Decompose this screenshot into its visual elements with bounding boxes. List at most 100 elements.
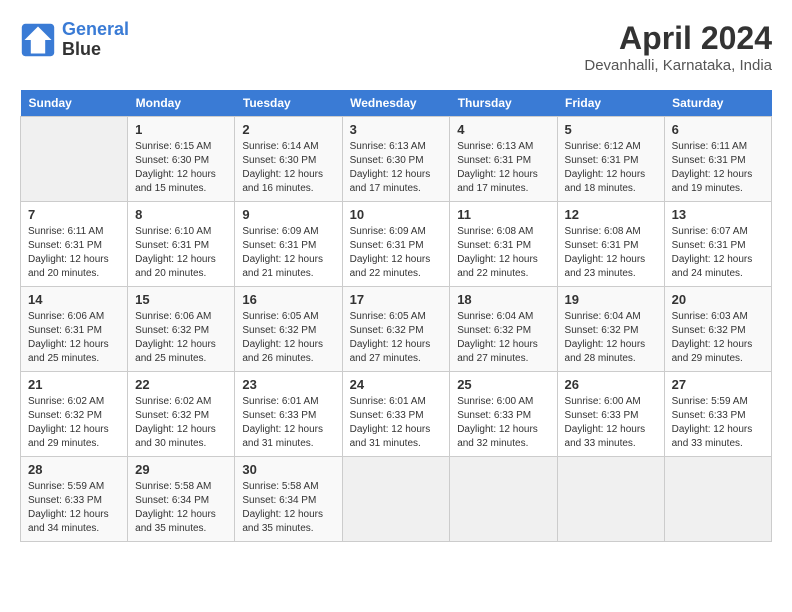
calendar-cell: 3 Sunrise: 6:13 AM Sunset: 6:30 PM Daylig… bbox=[342, 117, 450, 202]
calendar-cell: 7Sunrise: 6:11 AM Sunset: 6:31 PM Daylig… bbox=[21, 202, 128, 287]
day-number: 13 bbox=[672, 207, 764, 222]
day-info: Sunrise: 6:01 AM Sunset: 6:33 PM Dayligh… bbox=[350, 395, 443, 451]
day-number: 9 bbox=[242, 207, 334, 222]
day-info: Sunrise: 6:11 AM Sunset: 6:31 PM Dayligh… bbox=[28, 225, 120, 281]
calendar-cell: 21 Sunrise: 6:02 AM Sunset: 6:32 PM Dayli… bbox=[21, 372, 128, 457]
calendar-cell: 17 Sunrise: 6:05 AM Sunset: 6:32 PM Dayli… bbox=[342, 287, 450, 372]
calendar-cell: 23 Sunrise: 6:01 AM Sunset: 6:33 PM Dayli… bbox=[235, 372, 342, 457]
calendar-body: 1Sunrise: 6:15 AM Sunset: 6:30 PM Daylig… bbox=[21, 117, 772, 542]
calendar-cell: 13 Sunrise: 6:07 AM Sunset: 6:31 PM Dayli… bbox=[664, 202, 771, 287]
day-number: 11 bbox=[457, 207, 549, 222]
week-row-2: 7Sunrise: 6:11 AM Sunset: 6:31 PM Daylig… bbox=[21, 202, 772, 287]
day-number: 6 bbox=[672, 122, 764, 137]
day-number: 19 bbox=[565, 292, 657, 307]
title-block: April 2024 Devanhalli, Karnataka, India bbox=[584, 20, 772, 74]
day-info: Sunrise: 6:02 AM Sunset: 6:32 PM Dayligh… bbox=[28, 395, 120, 451]
day-info: Sunrise: 5:59 AM Sunset: 6:33 PM Dayligh… bbox=[672, 395, 764, 451]
calendar-cell: 22Sunrise: 6:02 AM Sunset: 6:32 PM Dayli… bbox=[128, 372, 235, 457]
calendar-cell: 18 Sunrise: 6:04 AM Sunset: 6:32 PM Dayli… bbox=[450, 287, 557, 372]
calendar-cell: 25 Sunrise: 6:00 AM Sunset: 6:33 PM Dayli… bbox=[450, 372, 557, 457]
day-info: Sunrise: 6:06 AM Sunset: 6:31 PM Dayligh… bbox=[28, 310, 120, 366]
calendar-cell: 12 Sunrise: 6:08 AM Sunset: 6:31 PM Dayli… bbox=[557, 202, 664, 287]
day-number: 15 bbox=[135, 292, 227, 307]
calendar-cell bbox=[450, 457, 557, 542]
day-number: 8 bbox=[135, 207, 227, 222]
day-info: Sunrise: 6:05 AM Sunset: 6:32 PM Dayligh… bbox=[242, 310, 334, 366]
page-header: GeneralBlue April 2024 Devanhalli, Karna… bbox=[20, 20, 772, 74]
calendar-table: SundayMondayTuesdayWednesdayThursdayFrid… bbox=[20, 90, 772, 542]
calendar-cell: 8 Sunrise: 6:10 AM Sunset: 6:31 PM Daylig… bbox=[128, 202, 235, 287]
logo: GeneralBlue bbox=[20, 20, 129, 60]
day-info: Sunrise: 6:09 AM Sunset: 6:31 PM Dayligh… bbox=[242, 225, 334, 281]
calendar-cell: 19 Sunrise: 6:04 AM Sunset: 6:32 PM Dayli… bbox=[557, 287, 664, 372]
logo-icon bbox=[20, 22, 56, 58]
day-info: Sunrise: 6:10 AM Sunset: 6:31 PM Dayligh… bbox=[135, 225, 227, 281]
calendar-cell: 29Sunrise: 5:58 AM Sunset: 6:34 PM Dayli… bbox=[128, 457, 235, 542]
day-number: 21 bbox=[28, 377, 120, 392]
week-row-3: 14 Sunrise: 6:06 AM Sunset: 6:31 PM Dayli… bbox=[21, 287, 772, 372]
calendar-cell: 2Sunrise: 6:14 AM Sunset: 6:30 PM Daylig… bbox=[235, 117, 342, 202]
calendar-cell: 1Sunrise: 6:15 AM Sunset: 6:30 PM Daylig… bbox=[128, 117, 235, 202]
day-number: 5 bbox=[565, 122, 657, 137]
calendar-cell: 20 Sunrise: 6:03 AM Sunset: 6:32 PM Dayli… bbox=[664, 287, 771, 372]
calendar-cell: 4 Sunrise: 6:13 AM Sunset: 6:31 PM Daylig… bbox=[450, 117, 557, 202]
day-info: Sunrise: 5:58 AM Sunset: 6:34 PM Dayligh… bbox=[135, 480, 227, 536]
day-number: 10 bbox=[350, 207, 443, 222]
day-info: Sunrise: 5:58 AM Sunset: 6:34 PM Dayligh… bbox=[242, 480, 334, 536]
calendar-cell bbox=[21, 117, 128, 202]
header-day-tuesday: Tuesday bbox=[235, 90, 342, 117]
week-row-5: 28 Sunrise: 5:59 AM Sunset: 6:33 PM Dayli… bbox=[21, 457, 772, 542]
calendar-cell: 26 Sunrise: 6:00 AM Sunset: 6:33 PM Dayli… bbox=[557, 372, 664, 457]
day-number: 18 bbox=[457, 292, 549, 307]
day-info: Sunrise: 6:11 AM Sunset: 6:31 PM Dayligh… bbox=[672, 140, 764, 196]
calendar-cell: 6 Sunrise: 6:11 AM Sunset: 6:31 PM Daylig… bbox=[664, 117, 771, 202]
calendar-cell: 10 Sunrise: 6:09 AM Sunset: 6:31 PM Dayli… bbox=[342, 202, 450, 287]
day-info: Sunrise: 6:13 AM Sunset: 6:31 PM Dayligh… bbox=[457, 140, 549, 196]
day-number: 28 bbox=[28, 462, 120, 477]
day-number: 12 bbox=[565, 207, 657, 222]
main-title: April 2024 bbox=[584, 20, 772, 57]
day-info: Sunrise: 6:09 AM Sunset: 6:31 PM Dayligh… bbox=[350, 225, 443, 281]
day-number: 2 bbox=[242, 122, 334, 137]
day-number: 20 bbox=[672, 292, 764, 307]
day-info: Sunrise: 6:06 AM Sunset: 6:32 PM Dayligh… bbox=[135, 310, 227, 366]
day-info: Sunrise: 6:08 AM Sunset: 6:31 PM Dayligh… bbox=[457, 225, 549, 281]
day-info: Sunrise: 6:12 AM Sunset: 6:31 PM Dayligh… bbox=[565, 140, 657, 196]
day-number: 23 bbox=[242, 377, 334, 392]
day-number: 25 bbox=[457, 377, 549, 392]
day-info: Sunrise: 6:08 AM Sunset: 6:31 PM Dayligh… bbox=[565, 225, 657, 281]
day-info: Sunrise: 6:00 AM Sunset: 6:33 PM Dayligh… bbox=[457, 395, 549, 451]
day-info: Sunrise: 6:00 AM Sunset: 6:33 PM Dayligh… bbox=[565, 395, 657, 451]
day-number: 14 bbox=[28, 292, 120, 307]
week-row-1: 1Sunrise: 6:15 AM Sunset: 6:30 PM Daylig… bbox=[21, 117, 772, 202]
logo-text: GeneralBlue bbox=[62, 20, 129, 60]
day-number: 4 bbox=[457, 122, 549, 137]
calendar-cell: 15 Sunrise: 6:06 AM Sunset: 6:32 PM Dayli… bbox=[128, 287, 235, 372]
day-info: Sunrise: 6:04 AM Sunset: 6:32 PM Dayligh… bbox=[457, 310, 549, 366]
calendar-cell: 24 Sunrise: 6:01 AM Sunset: 6:33 PM Dayli… bbox=[342, 372, 450, 457]
header-day-thursday: Thursday bbox=[450, 90, 557, 117]
calendar-cell: 9 Sunrise: 6:09 AM Sunset: 6:31 PM Daylig… bbox=[235, 202, 342, 287]
day-number: 17 bbox=[350, 292, 443, 307]
day-number: 27 bbox=[672, 377, 764, 392]
day-info: Sunrise: 6:07 AM Sunset: 6:31 PM Dayligh… bbox=[672, 225, 764, 281]
calendar-cell: 27 Sunrise: 5:59 AM Sunset: 6:33 PM Dayli… bbox=[664, 372, 771, 457]
day-info: Sunrise: 6:13 AM Sunset: 6:30 PM Dayligh… bbox=[350, 140, 443, 196]
calendar-cell bbox=[664, 457, 771, 542]
day-number: 26 bbox=[565, 377, 657, 392]
day-info: Sunrise: 6:05 AM Sunset: 6:32 PM Dayligh… bbox=[350, 310, 443, 366]
week-row-4: 21 Sunrise: 6:02 AM Sunset: 6:32 PM Dayli… bbox=[21, 372, 772, 457]
day-info: Sunrise: 5:59 AM Sunset: 6:33 PM Dayligh… bbox=[28, 480, 120, 536]
calendar-cell: 11 Sunrise: 6:08 AM Sunset: 6:31 PM Dayli… bbox=[450, 202, 557, 287]
header-day-monday: Monday bbox=[128, 90, 235, 117]
calendar-cell: 30Sunrise: 5:58 AM Sunset: 6:34 PM Dayli… bbox=[235, 457, 342, 542]
day-number: 24 bbox=[350, 377, 443, 392]
header-day-friday: Friday bbox=[557, 90, 664, 117]
day-info: Sunrise: 6:01 AM Sunset: 6:33 PM Dayligh… bbox=[242, 395, 334, 451]
calendar-cell bbox=[557, 457, 664, 542]
calendar-cell: 16Sunrise: 6:05 AM Sunset: 6:32 PM Dayli… bbox=[235, 287, 342, 372]
day-info: Sunrise: 6:03 AM Sunset: 6:32 PM Dayligh… bbox=[672, 310, 764, 366]
day-info: Sunrise: 6:02 AM Sunset: 6:32 PM Dayligh… bbox=[135, 395, 227, 451]
day-number: 3 bbox=[350, 122, 443, 137]
day-info: Sunrise: 6:04 AM Sunset: 6:32 PM Dayligh… bbox=[565, 310, 657, 366]
